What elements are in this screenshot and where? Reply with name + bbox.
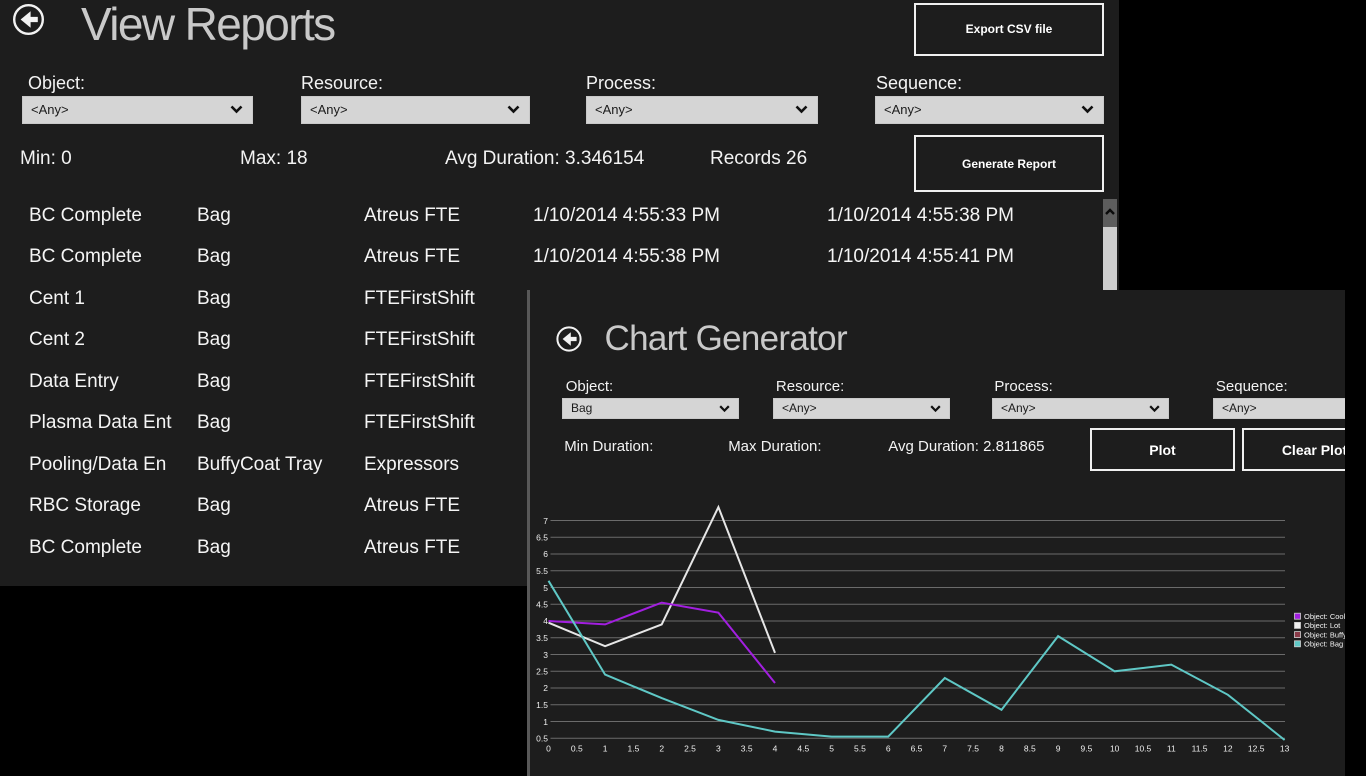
svg-text:Object: BuffyCoat Tray: Object: BuffyCoat Tray (1304, 630, 1345, 639)
svg-text:10.5: 10.5 (1135, 744, 1152, 754)
svg-text:Object: Bag: Object: Bag (1304, 640, 1343, 649)
svg-text:3.5: 3.5 (741, 744, 753, 754)
svg-text:2.5: 2.5 (684, 744, 696, 754)
svg-text:1: 1 (543, 717, 548, 727)
svg-text:6.5: 6.5 (536, 533, 548, 543)
svg-text:12: 12 (1223, 744, 1233, 754)
svg-text:Object: Cooler: Object: Cooler (1304, 612, 1345, 621)
svg-text:5.5: 5.5 (536, 566, 548, 576)
svg-text:6: 6 (886, 744, 891, 754)
svg-text:4: 4 (773, 744, 778, 754)
svg-text:7: 7 (942, 744, 947, 754)
svg-text:4.5: 4.5 (536, 600, 548, 610)
svg-text:2: 2 (543, 683, 548, 693)
svg-text:6.5: 6.5 (911, 744, 923, 754)
svg-text:4: 4 (543, 616, 548, 626)
svg-text:1.5: 1.5 (536, 700, 548, 710)
svg-text:13: 13 (1280, 744, 1290, 754)
svg-text:7.5: 7.5 (967, 744, 979, 754)
svg-text:5: 5 (543, 583, 548, 593)
svg-text:11: 11 (1167, 744, 1176, 754)
svg-text:0.5: 0.5 (536, 734, 548, 744)
svg-text:2.5: 2.5 (536, 667, 548, 677)
svg-text:0: 0 (546, 744, 551, 754)
svg-text:8: 8 (999, 744, 1004, 754)
svg-text:4.5: 4.5 (797, 744, 809, 754)
svg-text:1: 1 (603, 744, 608, 754)
svg-text:11.5: 11.5 (1192, 744, 1208, 754)
svg-text:12.5: 12.5 (1248, 744, 1265, 754)
svg-text:7: 7 (543, 516, 548, 526)
svg-text:6: 6 (543, 549, 548, 559)
svg-text:5: 5 (829, 744, 834, 754)
svg-text:9.5: 9.5 (1080, 744, 1092, 754)
svg-text:10: 10 (1110, 744, 1120, 754)
svg-text:3.5: 3.5 (536, 633, 548, 643)
svg-text:5.5: 5.5 (854, 744, 866, 754)
svg-text:3: 3 (543, 650, 548, 660)
svg-text:0.5: 0.5 (571, 744, 583, 754)
svg-text:9: 9 (1056, 744, 1061, 754)
svg-text:2: 2 (659, 744, 664, 754)
svg-text:1.5: 1.5 (627, 744, 639, 754)
svg-text:8.5: 8.5 (1024, 744, 1036, 754)
svg-text:Object: Lot: Object: Lot (1304, 621, 1341, 630)
svg-text:3: 3 (716, 744, 721, 754)
